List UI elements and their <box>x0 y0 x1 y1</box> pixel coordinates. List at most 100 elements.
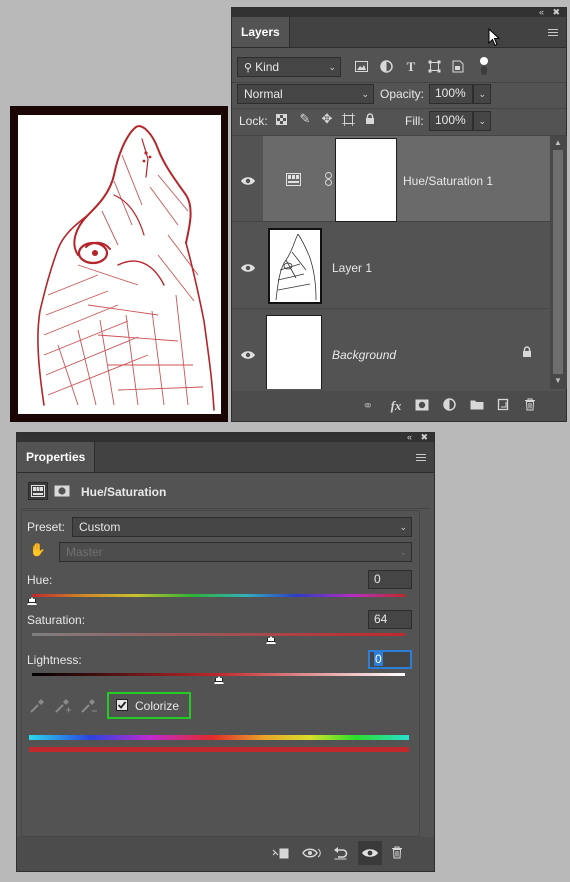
adjustment-icon[interactable] <box>443 398 457 411</box>
scroll-up-icon[interactable]: ▲ <box>554 138 562 147</box>
preset-dropdown[interactable]: Custom ⌄ <box>72 517 412 537</box>
adjustment-mode-button[interactable] <box>28 482 48 500</box>
adjustment-title: Hue/Saturation <box>81 485 167 499</box>
opacity-input[interactable]: 100% <box>429 84 473 104</box>
properties-footer <box>17 837 434 871</box>
opacity-dropdown-button[interactable]: ⌄ <box>473 84 491 104</box>
eyedropper-plus-icon[interactable] <box>54 698 72 714</box>
lock-image-pixels-icon[interactable]: ✎ <box>298 112 312 126</box>
hue-slider-thumb[interactable] <box>27 597 37 605</box>
lock-all-icon[interactable] <box>365 113 377 125</box>
panel-tabstrip: Properties <box>17 442 434 473</box>
chain-link-icon[interactable] <box>324 172 334 186</box>
chevron-down-icon: ⌄ <box>361 89 369 99</box>
lock-icon <box>522 346 534 358</box>
saturation-slider-thumb[interactable] <box>265 636 276 644</box>
toggle-visibility-button[interactable] <box>358 841 382 865</box>
opacity-label: Opacity: <box>380 87 425 101</box>
saturation-input[interactable]: 64 <box>368 610 412 629</box>
lightness-input[interactable]: 0 <box>368 650 412 669</box>
panel-tabstrip: Layers <box>232 17 566 48</box>
filter-toggle-icon[interactable] <box>479 56 491 76</box>
search-icon: ⚲ <box>244 62 253 74</box>
eye-icon[interactable] <box>240 262 256 274</box>
eyedropper-icon[interactable] <box>29 698 47 714</box>
fx-icon[interactable]: fx <box>388 399 404 413</box>
smart-object-filter-icon[interactable] <box>452 60 466 73</box>
targeted-adjustment-hand-icon[interactable]: ✋ <box>29 543 47 557</box>
hue-input[interactable]: 0 <box>368 570 412 589</box>
layer-name[interactable]: Hue/Saturation 1 <box>403 174 493 188</box>
properties-panel: « ✖ Properties Hue/Saturation Preset: Cu… <box>16 432 435 872</box>
reset-icon[interactable] <box>333 846 349 860</box>
blend-mode-dropdown[interactable]: Normal ⌄ <box>237 84 374 104</box>
clip-to-layer-icon[interactable] <box>272 847 290 860</box>
shape-filter-icon[interactable] <box>428 60 442 73</box>
hue-value: 0 <box>374 572 381 586</box>
adjustment-filter-icon[interactable] <box>380 60 394 73</box>
eye-icon[interactable] <box>240 175 256 187</box>
eye-icon[interactable] <box>240 349 256 361</box>
layer-thumbnail[interactable] <box>268 228 322 304</box>
mouse-cursor-icon <box>488 28 500 47</box>
input-color-bar <box>29 735 409 740</box>
saturation-slider-track[interactable] <box>32 633 405 636</box>
panel-titlebar[interactable]: « ✖ <box>17 432 434 442</box>
layer-name[interactable]: Background <box>332 348 396 362</box>
hue-label: Hue: <box>27 573 53 587</box>
tab-properties[interactable]: Properties <box>17 442 96 472</box>
chevron-down-icon: ⌄ <box>399 547 407 557</box>
chevron-down-icon: ⌄ <box>478 89 486 99</box>
lock-transparent-pixels-icon[interactable] <box>276 114 288 125</box>
mask-icon <box>54 485 70 497</box>
view-previous-state-icon[interactable] <box>302 846 322 860</box>
filter-kind-dropdown[interactable]: ⚲ Kind ⌄ <box>237 57 341 77</box>
chevron-down-icon: ⌄ <box>328 62 336 72</box>
link-icon[interactable]: ⚭ <box>361 399 375 413</box>
eye-icon <box>362 849 378 857</box>
fill-dropdown-button[interactable]: ⌄ <box>473 111 491 131</box>
preset-label: Preset: <box>27 520 66 534</box>
panel-menu-icon[interactable] <box>548 29 558 38</box>
layer-name[interactable]: Layer 1 <box>332 261 372 275</box>
folder-icon[interactable] <box>470 399 484 410</box>
trash-icon[interactable] <box>524 398 538 411</box>
canvas-artwork <box>10 106 228 422</box>
new-layer-icon[interactable] <box>497 398 511 411</box>
lock-position-icon[interactable]: ✥ <box>320 112 334 126</box>
layers-footer: ⚭ fx <box>232 391 566 421</box>
background-thumbnail[interactable] <box>266 315 322 389</box>
trash-icon[interactable] <box>391 846 405 859</box>
layers-list: Hue/Saturation 1 Layer 1 Background ▲ ▼ <box>232 136 568 389</box>
scroll-thumb[interactable] <box>553 150 563 374</box>
mask-mode-button[interactable] <box>53 483 71 499</box>
preset-value: Custom <box>79 520 121 534</box>
checkmark-icon <box>117 701 127 709</box>
layers-scrollbar[interactable]: ▲ ▼ <box>550 136 567 389</box>
saturation-label: Saturation: <box>27 613 86 627</box>
chevron-down-icon: ⌄ <box>478 116 486 126</box>
fill-input[interactable]: 100% <box>429 111 473 131</box>
type-filter-icon[interactable]: T <box>404 60 418 74</box>
colorize-checkbox[interactable] <box>116 699 128 711</box>
filter-kind-value: Kind <box>255 60 280 74</box>
tab-layers[interactable]: Layers <box>232 17 290 47</box>
hue-saturation-icon <box>31 485 45 497</box>
tab-properties-label: Properties <box>26 450 86 464</box>
channel-dropdown[interactable]: Master ⌄ <box>59 542 412 562</box>
lock-label: Lock: <box>239 114 268 128</box>
lock-artboard-icon[interactable] <box>342 113 356 126</box>
panel-titlebar[interactable]: « ✖ <box>232 7 566 17</box>
panel-menu-icon[interactable] <box>416 454 426 463</box>
layer-mask-thumbnail[interactable] <box>335 138 397 222</box>
opacity-value: 100% <box>435 86 466 100</box>
colorize-label[interactable]: Colorize <box>135 699 179 713</box>
add-mask-icon[interactable] <box>415 399 429 411</box>
hue-slider-track[interactable] <box>32 594 405 597</box>
saturation-value: 64 <box>374 612 388 626</box>
pixel-filter-icon[interactable] <box>355 61 369 72</box>
scroll-down-icon[interactable]: ▼ <box>554 376 562 385</box>
lightness-slider-thumb[interactable] <box>213 676 224 684</box>
eyedropper-minus-icon[interactable] <box>80 698 98 714</box>
fill-label: Fill: <box>405 114 424 128</box>
